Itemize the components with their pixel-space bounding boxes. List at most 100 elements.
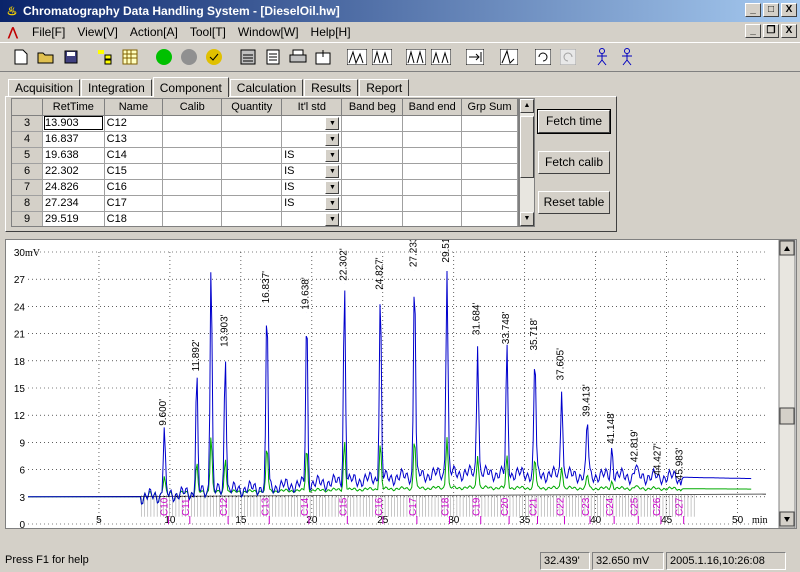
name-cell[interactable]: C15 — [104, 163, 164, 180]
itl-std-cell[interactable]: ▼ IS — [281, 147, 343, 164]
table-row[interactable]: 4 16.837 C13 ▼ — [12, 131, 518, 148]
undo-icon[interactable] — [532, 46, 554, 68]
pause-run-icon[interactable] — [203, 46, 225, 68]
report-icon[interactable] — [262, 46, 284, 68]
fetch-time-button[interactable]: Fetch time — [537, 109, 611, 134]
band-beg-cell[interactable] — [341, 131, 404, 148]
fetch-calib-button[interactable]: Fetch calib — [538, 151, 610, 174]
rettime-cell[interactable]: 19.638 — [42, 147, 105, 164]
grp-sum-cell[interactable] — [461, 131, 518, 148]
itl-std-cell[interactable]: ▼ — [281, 115, 343, 132]
mdi-close-button[interactable]: X — [781, 24, 797, 38]
menu-help[interactable]: Help[H] — [305, 23, 357, 41]
band-beg-cell[interactable] — [341, 211, 404, 226]
band-beg-cell[interactable] — [341, 195, 404, 212]
menu-view[interactable]: View[V] — [71, 23, 123, 41]
tab-acquisition[interactable]: Acquisition — [8, 79, 81, 97]
calib-cell[interactable] — [162, 179, 223, 196]
rettime-cell[interactable]: 27.234 — [42, 195, 105, 212]
overlay-icon[interactable] — [371, 46, 393, 68]
mdi-minimize-button[interactable]: _ — [745, 24, 761, 38]
export-icon[interactable] — [312, 46, 334, 68]
calib-cell[interactable] — [162, 131, 223, 148]
rettime-cell[interactable]: 16.837 — [42, 131, 105, 148]
tab-calculation[interactable]: Calculation — [229, 79, 304, 97]
calculator-icon[interactable] — [237, 46, 259, 68]
scroll-down-icon[interactable]: ▼ — [520, 212, 534, 226]
band-end-cell[interactable] — [402, 211, 463, 226]
tab-integration[interactable]: Integration — [81, 79, 152, 97]
band-beg-cell[interactable] — [341, 115, 404, 132]
calib-cell[interactable] — [162, 211, 223, 226]
open-folder-icon[interactable] — [35, 46, 57, 68]
calib-cell[interactable] — [162, 115, 223, 132]
col-header-calib[interactable]: Calib — [162, 99, 223, 116]
rettime-cell[interactable]: 29.519 — [42, 211, 105, 226]
grid-view-icon[interactable] — [119, 46, 141, 68]
table-row[interactable]: 6 22.302 C15 ▼ IS — [12, 163, 518, 180]
dropdown-arrow-icon[interactable]: ▼ — [325, 132, 340, 146]
stop-run-icon[interactable] — [178, 46, 200, 68]
print-icon[interactable] — [287, 46, 309, 68]
save-icon[interactable] — [60, 46, 82, 68]
tab-results[interactable]: Results — [304, 79, 359, 97]
dropdown-arrow-icon[interactable]: ▼ — [325, 148, 340, 162]
col-header-band-end[interactable]: Band end — [402, 99, 463, 116]
quantity-cell[interactable] — [221, 163, 283, 180]
table-row[interactable]: 7 24.826 C16 ▼ IS — [12, 179, 518, 196]
band-end-cell[interactable] — [402, 163, 463, 180]
dropdown-arrow-icon[interactable]: ▼ — [325, 196, 340, 210]
close-button[interactable]: X — [781, 3, 797, 17]
itl-std-cell[interactable]: ▼ — [281, 131, 343, 148]
grp-sum-cell[interactable] — [461, 211, 518, 226]
chromatogram-view[interactable]: 0 3 6 9 12 15 18 21 24 27 30 5 10 15 20 25 30 35 40 45 50 mV m… — [5, 230, 797, 531]
table-row[interactable]: 3 13.903 C12 ▼ — [12, 115, 518, 132]
band-end-cell[interactable] — [402, 115, 463, 132]
maximize-button[interactable]: □ — [763, 3, 779, 17]
name-cell[interactable]: C18 — [104, 211, 164, 226]
grp-sum-cell[interactable] — [461, 163, 518, 180]
name-cell[interactable]: C13 — [104, 131, 164, 148]
reset-table-button[interactable]: Reset table — [538, 191, 610, 214]
col-header-grp-sum[interactable]: Grp Sum — [461, 99, 518, 116]
quantity-cell[interactable] — [221, 211, 283, 226]
tree-view-icon[interactable] — [94, 46, 116, 68]
scroll-up-icon[interactable]: ▲ — [520, 99, 534, 113]
tab-component[interactable]: Component — [152, 77, 229, 97]
menu-file[interactable]: File[F] — [26, 23, 71, 41]
component-table[interactable]: RetTime Name Calib Quantity It'l std Ban… — [11, 98, 519, 227]
name-cell[interactable]: C16 — [104, 179, 164, 196]
quantity-cell[interactable] — [221, 131, 283, 148]
quantity-cell[interactable] — [221, 115, 283, 132]
peak-icon[interactable] — [498, 46, 520, 68]
chromatogram-chart[interactable]: 0369121518212427305 10 15 20 25 30 35 40 45 50mVm… — [6, 230, 796, 531]
itl-std-cell[interactable]: ▼ IS — [281, 163, 343, 180]
col-header-rettime[interactable]: RetTime — [42, 99, 105, 116]
calib-cell[interactable] — [162, 163, 223, 180]
name-cell[interactable]: C17 — [104, 195, 164, 212]
chromatogram-icon[interactable] — [346, 46, 368, 68]
scroll-thumb[interactable] — [520, 116, 534, 178]
table-row[interactable]: 9 29.519 C18 ▼ — [12, 211, 518, 226]
col-header-itl-std[interactable]: It'l std — [281, 99, 343, 116]
itl-std-cell[interactable]: ▼ IS — [281, 195, 343, 212]
help-user-icon[interactable] — [616, 46, 638, 68]
grp-sum-cell[interactable] — [461, 115, 518, 132]
dropdown-arrow-icon[interactable]: ▼ — [325, 116, 340, 130]
name-cell[interactable]: C12 — [104, 115, 164, 132]
compare-icon[interactable] — [405, 46, 427, 68]
minimize-button[interactable]: _ — [745, 3, 761, 17]
band-end-cell[interactable] — [402, 179, 463, 196]
table-scrollbar[interactable]: ▲ ▼ — [519, 98, 535, 227]
band-end-cell[interactable] — [402, 147, 463, 164]
grp-sum-cell[interactable] — [461, 179, 518, 196]
mdi-restore-button[interactable]: ❐ — [763, 24, 779, 38]
band-end-cell[interactable] — [402, 195, 463, 212]
rettime-cell[interactable]: 22.302 — [42, 163, 105, 180]
menu-window[interactable]: Window[W] — [232, 23, 305, 41]
menu-action[interactable]: Action[A] — [124, 23, 184, 41]
rettime-cell[interactable]: 24.826 — [42, 179, 105, 196]
tab-report[interactable]: Report — [359, 79, 410, 97]
menu-tool[interactable]: Tool[T] — [184, 23, 232, 41]
jump-icon[interactable] — [464, 46, 486, 68]
